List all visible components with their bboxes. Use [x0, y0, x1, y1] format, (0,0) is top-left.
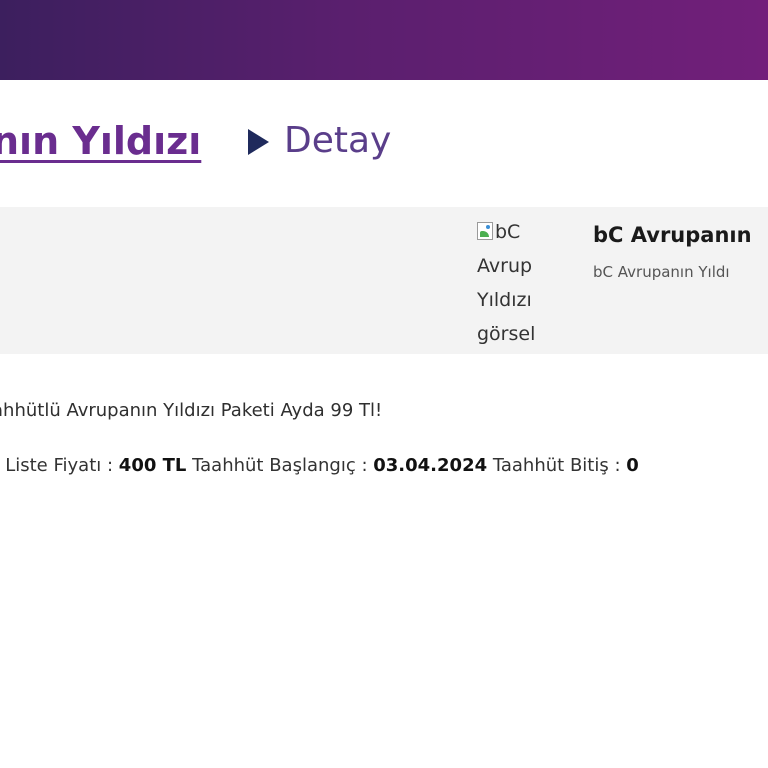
- commit-start-label: Taahhüt Başlangıç :: [192, 455, 368, 476]
- commit-end-value: 0: [626, 455, 639, 476]
- image-alt-line: Avrup: [477, 255, 533, 277]
- list-price-value: 400 TL: [118, 455, 187, 476]
- price-details: L Liste Fiyatı : 400 TL Taahhüt Başlangı…: [0, 450, 639, 482]
- broken-image-icon: [477, 222, 493, 240]
- triangle-right-icon: [248, 129, 269, 155]
- package-subtitle: bC Avrupanın Yıldı: [593, 263, 730, 281]
- breadcrumb-current: Detay: [284, 120, 392, 161]
- image-alt-line: görsel: [477, 323, 536, 345]
- breadcrumb-parent-link[interactable]: nın Yıldızı: [0, 113, 201, 169]
- package-title: bC Avrupanın: [593, 223, 752, 247]
- commit-start-value: 03.04.2024: [373, 455, 488, 476]
- commit-end-label: Taahhüt Bitiş :: [492, 455, 621, 476]
- package-description: ahhütlü Avrupanın Yıldızı Paketi Ayda 99…: [0, 400, 383, 421]
- package-card: bC Avrup Yıldızı görsel bC Avrupanın bC …: [0, 207, 768, 354]
- page: nın Yıldızı Detay bC Avrup Yıldızı görse…: [0, 0, 768, 768]
- header-bar: [0, 0, 768, 80]
- image-alt-line: bC: [477, 215, 557, 249]
- image-alt-line: Yıldızı: [477, 289, 532, 311]
- breadcrumb: nın Yıldızı Detay: [0, 113, 768, 169]
- package-image-broken: bC Avrup Yıldızı görsel: [477, 215, 557, 349]
- list-price-label: Liste Fiyatı :: [5, 455, 114, 476]
